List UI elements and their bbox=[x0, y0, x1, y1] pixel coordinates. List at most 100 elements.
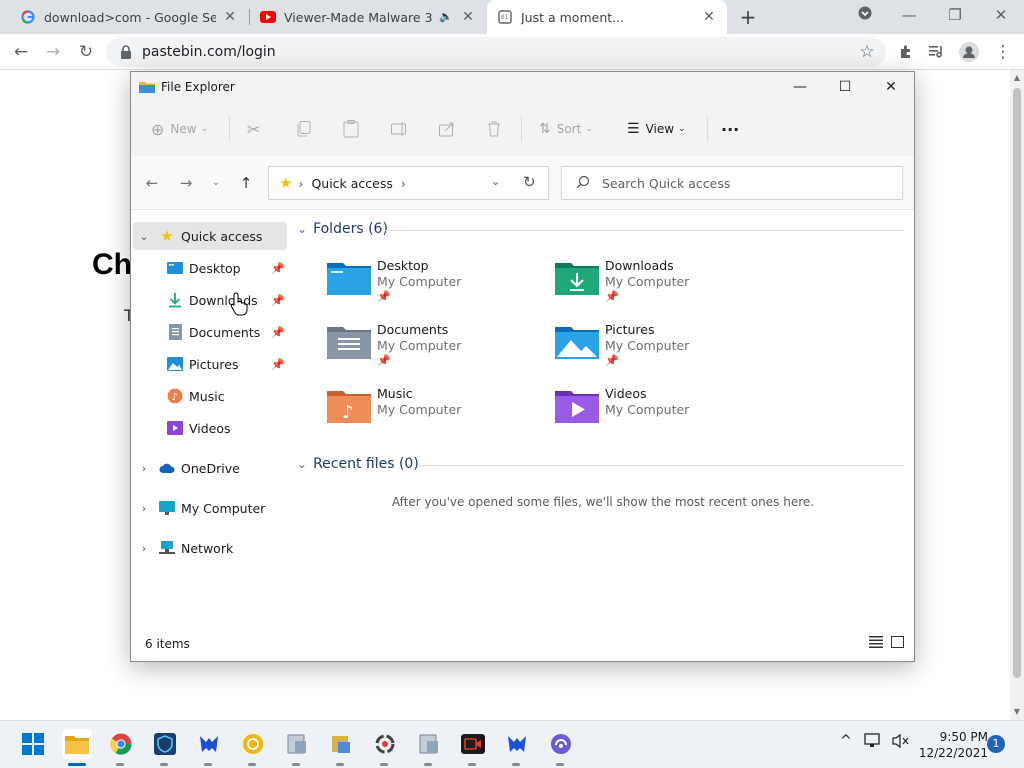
close-icon[interactable]: ✕ bbox=[874, 75, 908, 99]
chrome-icon[interactable] bbox=[106, 729, 136, 759]
refresh-icon[interactable]: ↻ bbox=[523, 173, 536, 191]
volume-muted-icon[interactable] bbox=[892, 733, 910, 753]
speaker-icon[interactable]: 🔈 bbox=[438, 9, 454, 25]
reload-icon[interactable]: ↻ bbox=[73, 40, 99, 64]
chevron-down-icon[interactable]: ⌄ bbox=[297, 222, 307, 236]
maximize-icon[interactable]: ☐ bbox=[828, 75, 862, 99]
minimize-icon[interactable]: — bbox=[894, 4, 924, 28]
folder-documents[interactable]: Documents My Computer 📌 bbox=[327, 322, 547, 380]
minimize-icon[interactable]: — bbox=[783, 75, 817, 99]
chevron-right-icon[interactable]: › bbox=[137, 502, 151, 515]
setup-app-icon[interactable] bbox=[326, 729, 356, 759]
system-clock[interactable]: 9:50 PM 12/22/2021 bbox=[918, 729, 988, 761]
browser-toolbar: ← → ↻ pastebin.com/login ☆ ⋮ bbox=[0, 34, 1024, 70]
profile-avatar-icon[interactable] bbox=[956, 40, 982, 64]
nav-my-computer[interactable]: › My Computer bbox=[133, 494, 287, 522]
nav-documents[interactable]: Documents 📌 bbox=[133, 318, 287, 346]
nav-videos[interactable]: Videos bbox=[133, 414, 287, 442]
tab-youtube[interactable]: Viewer-Made Malware 3 - M 🔈 ✕ bbox=[250, 0, 486, 34]
folder-videos[interactable]: Videos My Computer bbox=[555, 386, 775, 444]
nav-quick-access[interactable]: ⌄ ★ Quick access bbox=[133, 222, 287, 250]
chevron-down-icon[interactable]: ⌄ bbox=[137, 230, 151, 243]
back-icon[interactable]: ← bbox=[8, 40, 34, 64]
bookmark-star-icon[interactable]: ☆ bbox=[854, 40, 880, 64]
chevron-right-icon[interactable]: › bbox=[137, 542, 151, 555]
rename-icon bbox=[391, 122, 406, 136]
recent-locations-icon[interactable]: ⌄ bbox=[205, 172, 227, 194]
file-explorer-taskbar-icon[interactable] bbox=[62, 729, 92, 759]
video-recorder-icon[interactable] bbox=[458, 729, 488, 759]
address-bar[interactable]: pastebin.com/login bbox=[106, 37, 886, 67]
scroll-thumb[interactable] bbox=[1013, 88, 1021, 678]
explorer-address-bar[interactable]: ★ › Quick access › ⌄ ↻ bbox=[268, 166, 549, 200]
forward-icon[interactable]: → bbox=[175, 172, 197, 194]
installer-app-icon[interactable] bbox=[282, 729, 312, 759]
notification-badge[interactable]: 1 bbox=[987, 735, 1005, 753]
folder-downloads[interactable]: Downloads My Computer 📌 bbox=[555, 258, 775, 316]
network-status-icon[interactable] bbox=[864, 733, 882, 753]
close-icon[interactable]: ✕ bbox=[986, 4, 1016, 28]
restore-icon[interactable]: ❐ bbox=[940, 4, 970, 28]
sort-button[interactable]: ⇅ Sort ⌄ bbox=[539, 118, 593, 140]
mouse-cursor-icon bbox=[230, 292, 248, 320]
search-input[interactable]: Search Quick access bbox=[561, 166, 903, 200]
extensions-icon[interactable] bbox=[893, 40, 919, 64]
nav-music[interactable]: ♪ Music bbox=[133, 382, 287, 410]
nav-downloads[interactable]: Downloads 📌 bbox=[133, 286, 287, 314]
chrome-menu-icon[interactable]: ⋮ bbox=[990, 40, 1016, 64]
delete-button[interactable] bbox=[487, 118, 501, 140]
new-tab-button[interactable]: + bbox=[736, 6, 760, 28]
new-button[interactable]: ⊕ New ⌄ bbox=[151, 118, 208, 140]
show-hidden-icons-icon[interactable]: ^ bbox=[840, 733, 852, 749]
malwarebytes-icon[interactable] bbox=[502, 729, 532, 759]
security-app-icon[interactable] bbox=[150, 729, 180, 759]
share-button[interactable] bbox=[439, 118, 455, 140]
scanner-app-icon[interactable] bbox=[370, 729, 400, 759]
svg-text:♪: ♪ bbox=[342, 402, 354, 423]
explorer-title-bar[interactable]: File Explorer — ☐ ✕ bbox=[131, 72, 914, 102]
cut-button[interactable]: ✂ bbox=[247, 118, 260, 140]
close-tab-icon[interactable]: ✕ bbox=[222, 9, 238, 25]
nav-onedrive[interactable]: › OneDrive bbox=[133, 454, 287, 482]
close-tab-icon[interactable]: ✕ bbox=[460, 9, 476, 25]
folder-desktop[interactable]: Desktop My Computer 📌 bbox=[327, 258, 547, 316]
up-icon[interactable]: ↑ bbox=[235, 172, 257, 194]
torrent-app-icon[interactable] bbox=[546, 729, 576, 759]
scroll-up-icon[interactable]: ▲ bbox=[1012, 73, 1022, 83]
copy-button[interactable] bbox=[297, 118, 311, 140]
page-scrollbar[interactable]: ▲ ▼ bbox=[1010, 70, 1024, 720]
forward-icon[interactable]: → bbox=[40, 40, 66, 64]
media-control-icon[interactable] bbox=[924, 40, 950, 64]
tab-just-a-moment[interactable]: 01 Just a moment... ✕ bbox=[487, 0, 727, 34]
folder-pictures[interactable]: Pictures My Computer 📌 bbox=[555, 322, 775, 380]
folder-name: Pictures bbox=[605, 322, 655, 337]
sort-icon: ⇅ bbox=[539, 121, 551, 137]
malwarebytes-icon[interactable] bbox=[194, 729, 224, 759]
details-view-icon[interactable] bbox=[869, 636, 885, 652]
back-icon[interactable]: ← bbox=[141, 172, 163, 194]
view-button[interactable]: ☰ View ⌄ bbox=[627, 118, 686, 140]
folder-music[interactable]: ♪ Music My Computer bbox=[327, 386, 547, 444]
rename-button[interactable] bbox=[391, 118, 409, 140]
installer-app-icon[interactable] bbox=[414, 729, 444, 759]
close-tab-icon[interactable]: ✕ bbox=[701, 9, 717, 25]
nav-desktop[interactable]: Desktop 📌 bbox=[133, 254, 287, 282]
breadcrumb[interactable]: Quick access bbox=[311, 176, 392, 191]
recent-files-section-header[interactable]: ⌄ Recent files (0) bbox=[297, 453, 419, 475]
tiles-view-icon[interactable] bbox=[891, 636, 907, 652]
scroll-down-icon[interactable]: ▼ bbox=[1012, 707, 1022, 717]
start-windows-icon[interactable] bbox=[18, 729, 48, 759]
tab-search-icon[interactable] bbox=[850, 4, 880, 28]
utility-app-icon[interactable] bbox=[238, 729, 268, 759]
chevron-down-icon[interactable]: ⌄ bbox=[297, 457, 307, 471]
chevron-right-icon[interactable]: › bbox=[137, 462, 151, 475]
pictures-folder-icon bbox=[555, 324, 599, 364]
paste-button[interactable] bbox=[343, 118, 359, 140]
more-options-button[interactable]: ··· bbox=[721, 118, 739, 140]
history-dropdown-icon[interactable]: ⌄ bbox=[491, 175, 500, 188]
nav-network[interactable]: › Network bbox=[133, 534, 287, 562]
running-indicator bbox=[468, 763, 476, 766]
tab-google-search[interactable]: download>com - Google Search ✕ bbox=[10, 0, 248, 34]
folders-section-header[interactable]: ⌄ Folders (6) bbox=[297, 218, 388, 240]
nav-pictures[interactable]: Pictures 📌 bbox=[133, 350, 287, 378]
